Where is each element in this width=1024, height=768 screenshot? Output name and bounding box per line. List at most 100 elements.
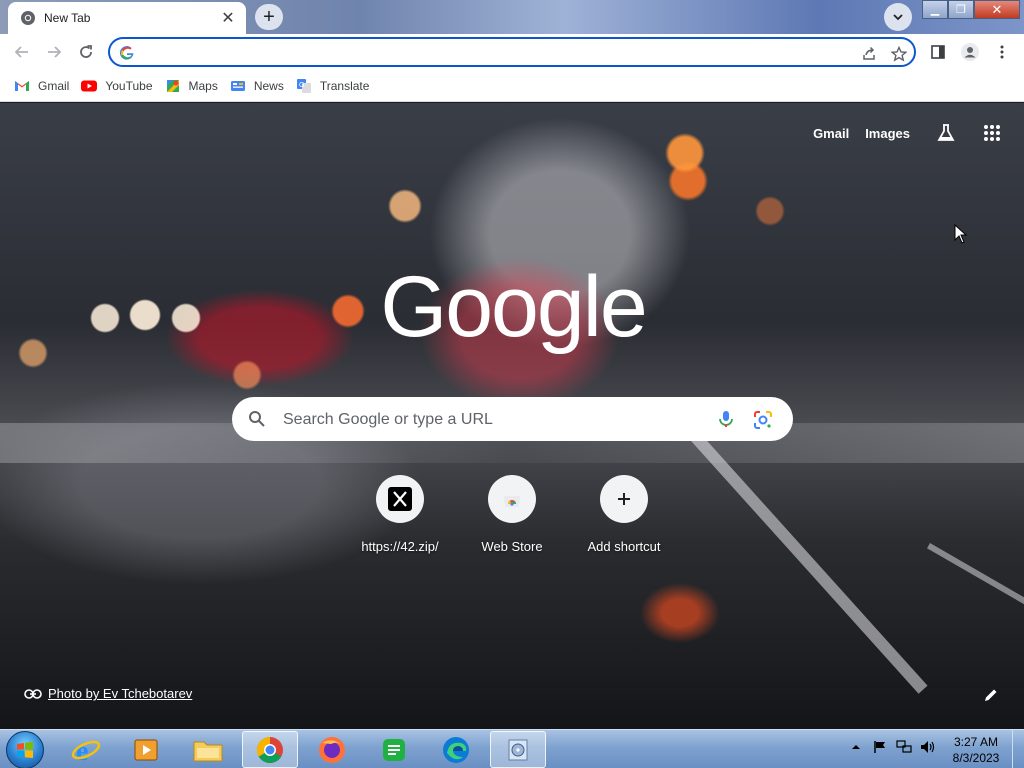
forward-arrow-icon bbox=[48, 46, 62, 58]
share-button[interactable] bbox=[858, 43, 880, 65]
clock-time: 3:27 AM bbox=[953, 735, 999, 749]
share-icon bbox=[863, 46, 875, 60]
profile-button[interactable] bbox=[956, 38, 984, 66]
google-logo: Google bbox=[380, 259, 647, 355]
shortcut-tile bbox=[376, 475, 424, 523]
pencil-edit-icon[interactable] bbox=[983, 687, 999, 703]
labs-flask-icon[interactable] bbox=[934, 121, 958, 145]
search-placeholder: Search Google or type a URL bbox=[283, 411, 493, 428]
link-icon bbox=[24, 688, 42, 699]
tab-search-button[interactable] bbox=[884, 3, 912, 31]
shortcut-42zip[interactable]: https://42.zip/ bbox=[344, 475, 456, 554]
address-bar[interactable] bbox=[108, 37, 916, 67]
close-tab-icon[interactable]: ✕ bbox=[220, 10, 236, 27]
forward-button[interactable] bbox=[40, 38, 68, 66]
search-box[interactable]: Search Google or type a URL bbox=[232, 397, 793, 441]
plus-icon bbox=[618, 493, 630, 505]
back-arrow-icon bbox=[14, 46, 28, 58]
bookmark-label: Translate bbox=[319, 78, 370, 93]
chrome-icon bbox=[256, 736, 283, 763]
background-curb bbox=[691, 433, 928, 694]
side-panel-button[interactable] bbox=[924, 38, 952, 66]
microphone-icon[interactable] bbox=[716, 409, 736, 429]
taskbar-internet-explorer[interactable]: e bbox=[58, 731, 114, 768]
network-icon[interactable] bbox=[896, 739, 912, 755]
images-link[interactable]: Images bbox=[865, 126, 910, 141]
web-store-icon bbox=[504, 496, 520, 507]
more-vert-icon bbox=[1000, 45, 1004, 59]
reload-button[interactable] bbox=[72, 38, 100, 66]
bookmark-star-button[interactable] bbox=[888, 43, 910, 65]
google-lens-icon[interactable] bbox=[752, 409, 774, 431]
folder-icon bbox=[193, 741, 223, 761]
bookmark-label: Maps bbox=[188, 78, 218, 93]
action-center-flag-icon[interactable] bbox=[872, 739, 888, 755]
taskbar-chrome[interactable] bbox=[242, 731, 298, 768]
bookmark-news[interactable]: News bbox=[228, 74, 290, 98]
minimize-button[interactable]: ▁ bbox=[922, 0, 948, 19]
edge-icon bbox=[443, 736, 469, 763]
taskbar-installer[interactable] bbox=[490, 731, 546, 768]
new-tab-page: Gmail Images Google Search Google or typ… bbox=[0, 103, 1024, 729]
menu-button[interactable] bbox=[988, 38, 1016, 66]
top-links: Gmail Images bbox=[813, 121, 1004, 145]
chrome-icon bbox=[21, 11, 35, 25]
bookmark-label: News bbox=[253, 78, 284, 93]
profile-icon bbox=[961, 43, 979, 61]
bookmark-maps[interactable]: Maps bbox=[163, 74, 224, 98]
taskbar-media-player[interactable] bbox=[118, 731, 174, 768]
reload-icon bbox=[80, 45, 92, 58]
show-desktop-button[interactable] bbox=[1012, 730, 1024, 768]
taskbar-clock[interactable]: 3:27 AM 8/3/2023 bbox=[944, 734, 1008, 766]
photo-credit-link[interactable]: Photo by Ev Tchebotarev bbox=[48, 686, 192, 701]
system-tray bbox=[848, 739, 944, 755]
back-button[interactable] bbox=[8, 38, 36, 66]
bookmark-youtube[interactable]: YouTube bbox=[79, 74, 158, 98]
shortcut-label: Add shortcut bbox=[587, 539, 661, 554]
window-controls: ▁ ❐ ✕ bbox=[922, 0, 1020, 19]
shortcut-label: Web Store bbox=[481, 539, 543, 554]
chevron-down-icon bbox=[893, 14, 903, 21]
shortcut-web-store[interactable]: Web Store bbox=[456, 475, 568, 554]
windows-taskbar: e 3:27 AM 8/3/2023 bbox=[0, 729, 1024, 768]
gmail-link[interactable]: Gmail bbox=[813, 126, 849, 141]
bookmark-translate[interactable]: G Translate bbox=[294, 74, 376, 98]
volume-icon[interactable] bbox=[920, 739, 936, 755]
notes-icon bbox=[383, 738, 405, 761]
search-icon bbox=[249, 411, 265, 427]
bookmarks-bar: Gmail YouTube Maps News G Translate bbox=[0, 70, 1024, 102]
maps-icon bbox=[165, 78, 181, 94]
google-apps-icon[interactable] bbox=[980, 121, 1004, 145]
add-shortcut-button[interactable]: Add shortcut bbox=[568, 475, 680, 554]
background-curb bbox=[927, 543, 1024, 609]
close-window-button[interactable]: ✕ bbox=[974, 0, 1020, 19]
news-icon bbox=[230, 78, 246, 94]
ie-icon: e bbox=[71, 736, 101, 765]
firefox-icon bbox=[319, 736, 345, 763]
windows-logo-icon bbox=[17, 741, 33, 758]
x-icon bbox=[388, 487, 412, 511]
bookmark-gmail[interactable]: Gmail bbox=[12, 74, 75, 98]
start-button[interactable] bbox=[6, 731, 44, 768]
tab-title: New Tab bbox=[44, 11, 91, 25]
taskbar-firefox[interactable] bbox=[304, 731, 360, 768]
mouse-cursor-icon bbox=[954, 224, 968, 244]
maximize-button[interactable]: ❐ bbox=[948, 0, 974, 19]
taskbar-edge[interactable] bbox=[428, 731, 484, 768]
show-hidden-icons-icon[interactable] bbox=[848, 739, 864, 755]
photo-credit[interactable]: Photo by Ev Tchebotarev bbox=[24, 686, 192, 701]
star-icon bbox=[891, 46, 907, 62]
toolbar bbox=[0, 34, 1024, 70]
svg-text:e: e bbox=[76, 736, 88, 765]
side-panel-icon bbox=[931, 45, 945, 59]
shortcut-tile bbox=[600, 475, 648, 523]
shortcut-tile bbox=[488, 475, 536, 523]
shortcut-label: https://42.zip/ bbox=[361, 539, 439, 554]
taskbar-notes-app[interactable] bbox=[366, 731, 422, 768]
gmail-icon bbox=[14, 78, 30, 94]
tab-new-tab[interactable]: New Tab ✕ bbox=[8, 2, 246, 34]
address-input[interactable] bbox=[142, 43, 842, 63]
new-tab-button[interactable]: + bbox=[255, 4, 283, 30]
google-g-icon bbox=[119, 46, 134, 60]
taskbar-file-explorer[interactable] bbox=[180, 731, 236, 768]
